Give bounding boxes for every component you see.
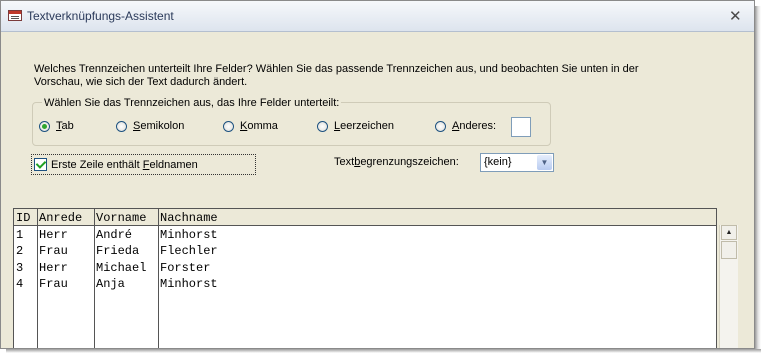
radio-semicolon-circle[interactable] (116, 120, 127, 132)
radio-other-circle[interactable] (435, 120, 446, 132)
window-title: Textverknüpfungs-Assistent (27, 9, 174, 23)
radio-semicolon-label: Semikolon (133, 120, 185, 132)
radio-other-label: Anderes: (452, 120, 497, 132)
table-cell: Anja (96, 277, 125, 291)
other-delimiter-input[interactable] (511, 117, 531, 137)
window-shadow-right (755, 6, 761, 353)
table-cell: Herr (39, 228, 68, 242)
title-bar[interactable]: Textverknüpfungs-Assistent ✕ (1, 1, 754, 32)
column-divider (94, 209, 95, 348)
first-row-checkbox[interactable] (34, 158, 47, 171)
column-header: ID (16, 211, 31, 225)
radio-comma-circle[interactable] (223, 120, 234, 132)
table-cell: 4 (16, 277, 24, 291)
table-cell: 2 (16, 244, 24, 258)
column-header: Anrede (39, 211, 83, 225)
text-qualifier-select[interactable]: {kein} ▼ (480, 153, 554, 172)
chevron-down-icon[interactable]: ▼ (537, 155, 552, 170)
column-header: Vorname (96, 211, 147, 225)
radio-space-label: Leerzeichen (334, 120, 394, 132)
radio-space[interactable]: Leerzeichen (317, 120, 394, 132)
table-cell: Herr (39, 261, 68, 275)
preview-scrollbar[interactable]: ▲ (719, 225, 738, 348)
column-divider (158, 209, 159, 348)
table-cell: Flechler (160, 244, 218, 258)
table-cell: Frau (39, 277, 68, 291)
preview-grid[interactable]: ID Anrede Vorname Nachname 1 Herr André … (13, 208, 717, 348)
wizard-window: Textverknüpfungs-Assistent ✕ Welches Tre… (0, 0, 755, 349)
table-cell: Michael (96, 261, 147, 275)
first-row-label: Erste Zeile enthält Feldnamen (51, 158, 198, 171)
column-divider (37, 209, 38, 348)
delimiter-group-legend: Wählen Sie das Trennzeichen aus, das Ihr… (42, 97, 342, 109)
radio-semicolon[interactable]: Semikolon (116, 120, 184, 132)
radio-tab-circle[interactable] (39, 120, 50, 132)
table-cell: Minhorst (160, 277, 218, 291)
close-icon[interactable]: ✕ (729, 7, 742, 25)
first-row-field-names[interactable]: Erste Zeile enthält Feldnamen (31, 154, 256, 175)
radio-other[interactable]: Anderes: (435, 120, 496, 132)
table-cell: André (96, 228, 133, 242)
radio-comma[interactable]: Komma (223, 120, 278, 132)
table-cell: Frau (39, 244, 68, 258)
form-icon (8, 10, 22, 21)
table-cell: Minhorst (160, 228, 218, 242)
scroll-thumb[interactable] (721, 241, 737, 259)
text-qualifier-value: {kein} (484, 156, 512, 168)
radio-tab[interactable]: Tab (39, 120, 74, 132)
radio-comma-label: Komma (240, 120, 278, 132)
table-cell: Forster (160, 261, 211, 275)
table-cell: 3 (16, 261, 24, 275)
table-cell: Frieda (96, 244, 140, 258)
column-header: Nachname (160, 211, 218, 225)
instruction-text: Welches Trennzeichen unterteilt Ihre Fel… (34, 63, 639, 88)
table-cell: 1 (16, 228, 24, 242)
radio-tab-label: Tab (56, 120, 74, 132)
radio-space-circle[interactable] (317, 120, 328, 132)
scroll-up-icon[interactable]: ▲ (721, 225, 737, 240)
text-qualifier-label: Textbegrenzungszeichen: (334, 156, 459, 168)
window-shadow-bottom (6, 349, 761, 353)
